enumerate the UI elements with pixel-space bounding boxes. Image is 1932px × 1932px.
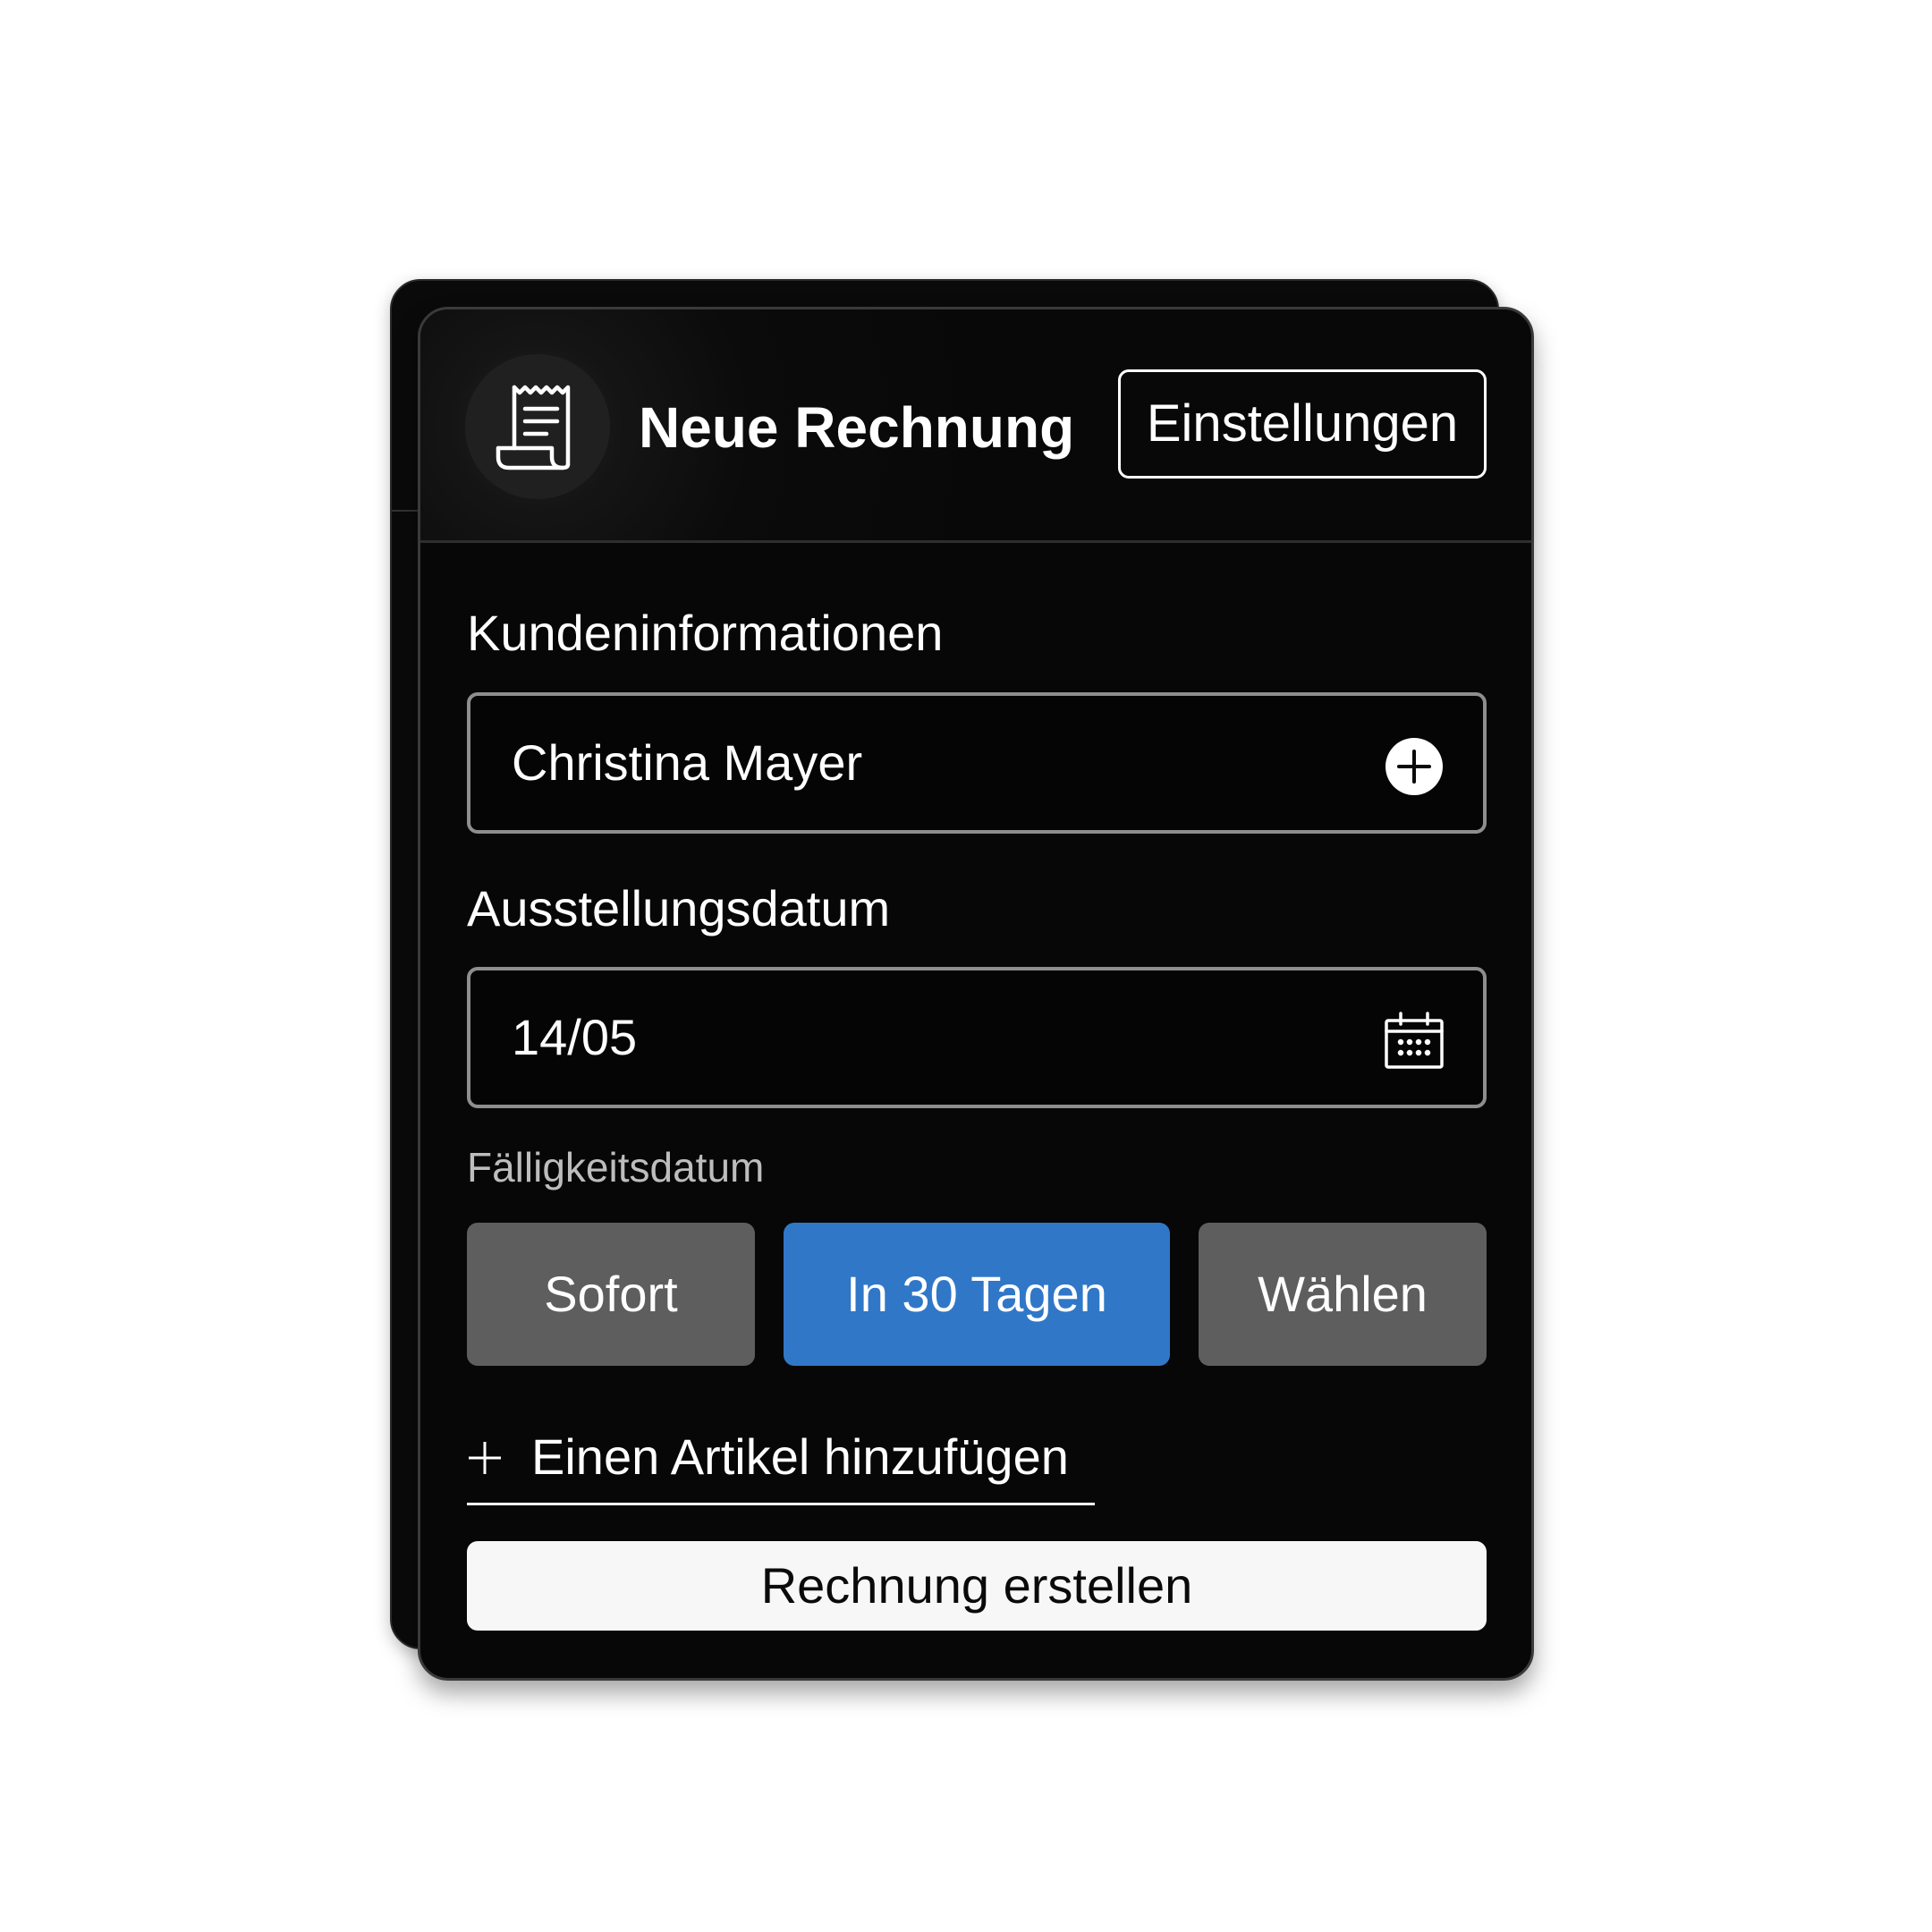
stage: Neue Rechnung Einstellungen Kundeninform… (0, 0, 1932, 1932)
card-header: Neue Rechnung Einstellungen (420, 309, 1531, 543)
receipt-icon-badge (465, 354, 610, 499)
issue-date-value: 14/05 (512, 1009, 638, 1065)
settings-button[interactable]: Einstellungen (1118, 369, 1487, 479)
due-option-30-days[interactable]: In 30 Tagen (784, 1223, 1170, 1366)
receipt-icon (496, 385, 571, 470)
issue-date-field[interactable]: 14/05 (467, 967, 1487, 1108)
issue-date-label: Ausstellungsdatum (467, 880, 891, 936)
due-date-label: Fälligkeitsdatum (467, 1144, 765, 1191)
calendar-icon[interactable] (1385, 1012, 1444, 1071)
plus-circle-icon[interactable] (1385, 737, 1444, 796)
add-item-label: Einen Artikel hinzufügen (531, 1428, 1069, 1485)
due-option-immediate[interactable]: Sofort (467, 1223, 755, 1366)
customer-label: Kundeninformationen (467, 605, 944, 661)
customer-field[interactable]: Christina Mayer (467, 692, 1487, 834)
customer-value: Christina Mayer (512, 734, 863, 791)
page-title: Neue Rechnung (639, 395, 1075, 460)
due-option-choose[interactable]: Wählen (1199, 1223, 1487, 1366)
add-item-link[interactable]: Einen Artikel hinzufügen (467, 1428, 1095, 1505)
invoice-card: Neue Rechnung Einstellungen Kundeninform… (418, 307, 1534, 1681)
plus-icon (469, 1442, 501, 1474)
create-invoice-button[interactable]: Rechnung erstellen (467, 1541, 1487, 1631)
